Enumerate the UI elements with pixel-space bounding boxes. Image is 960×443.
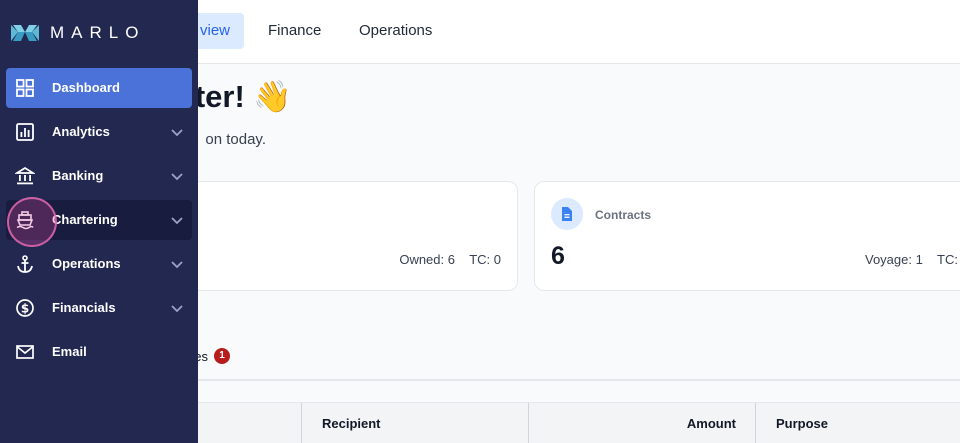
chart-icon: [16, 123, 34, 141]
sidebar-item-banking[interactable]: Banking: [6, 156, 192, 196]
sidebar-item-analytics[interactable]: Analytics: [6, 112, 192, 152]
tc-count: TC: 0: [469, 252, 501, 267]
sidebar-item-label: Chartering: [52, 212, 118, 227]
notification-badge: 1: [214, 348, 230, 364]
contracts-meta: Voyage: 1 TC: 5: [865, 252, 960, 267]
chevron-down-icon[interactable]: [170, 213, 184, 227]
column-header-recipient[interactable]: Recipient: [301, 403, 529, 443]
cursor-highlight: [7, 197, 57, 247]
document-icon: [551, 198, 583, 230]
sidebar-item-label: Operations: [52, 256, 121, 271]
sidebar-item-dashboard[interactable]: Dashboard: [6, 68, 192, 108]
sidebar-item-label: Analytics: [52, 124, 110, 139]
contracts-tc-count: TC: 5: [937, 252, 960, 267]
sidebar-item-email[interactable]: Email: [6, 332, 192, 372]
sidebar-item-label: Financials: [52, 300, 116, 315]
sidebar-item-operations[interactable]: Operations: [6, 244, 192, 284]
chevron-down-icon[interactable]: [170, 301, 184, 315]
sidebar-item-label: Banking: [52, 168, 104, 183]
dollar-icon: $: [16, 299, 34, 317]
sidebar-item-label: Email: [52, 344, 87, 359]
contracts-value: 6: [551, 242, 565, 270]
svg-text:$: $: [21, 301, 29, 315]
column-header-amount[interactable]: Amount: [528, 403, 756, 443]
owned-count: Owned: 6: [399, 252, 455, 267]
anchor-icon: [17, 255, 33, 273]
bank-icon: [15, 166, 35, 185]
chevron-down-icon[interactable]: [170, 125, 184, 139]
chevron-down-icon[interactable]: [170, 257, 184, 271]
chevron-down-icon[interactable]: [170, 169, 184, 183]
grid-icon: [16, 79, 34, 97]
logo-text: MARLO: [50, 23, 146, 42]
vessels-meta: Owned: 6 TC: 0: [399, 252, 501, 267]
marlo-logo-icon: [11, 25, 39, 41]
tab-operations[interactable]: Operations: [345, 13, 446, 49]
mail-icon: [16, 345, 34, 359]
contracts-card[interactable]: Contracts 6 Voyage: 1 TC: 5: [534, 181, 960, 291]
logo[interactable]: MARLO: [10, 22, 145, 44]
voyage-count: Voyage: 1: [865, 252, 923, 267]
sidebar-item-label: Dashboard: [52, 80, 120, 95]
column-header-purpose[interactable]: Purpose: [755, 403, 960, 443]
contracts-title: Contracts: [595, 208, 652, 222]
sidebar-item-financials[interactable]: $ Financials: [6, 288, 192, 328]
tab-finance[interactable]: Finance: [254, 13, 335, 49]
